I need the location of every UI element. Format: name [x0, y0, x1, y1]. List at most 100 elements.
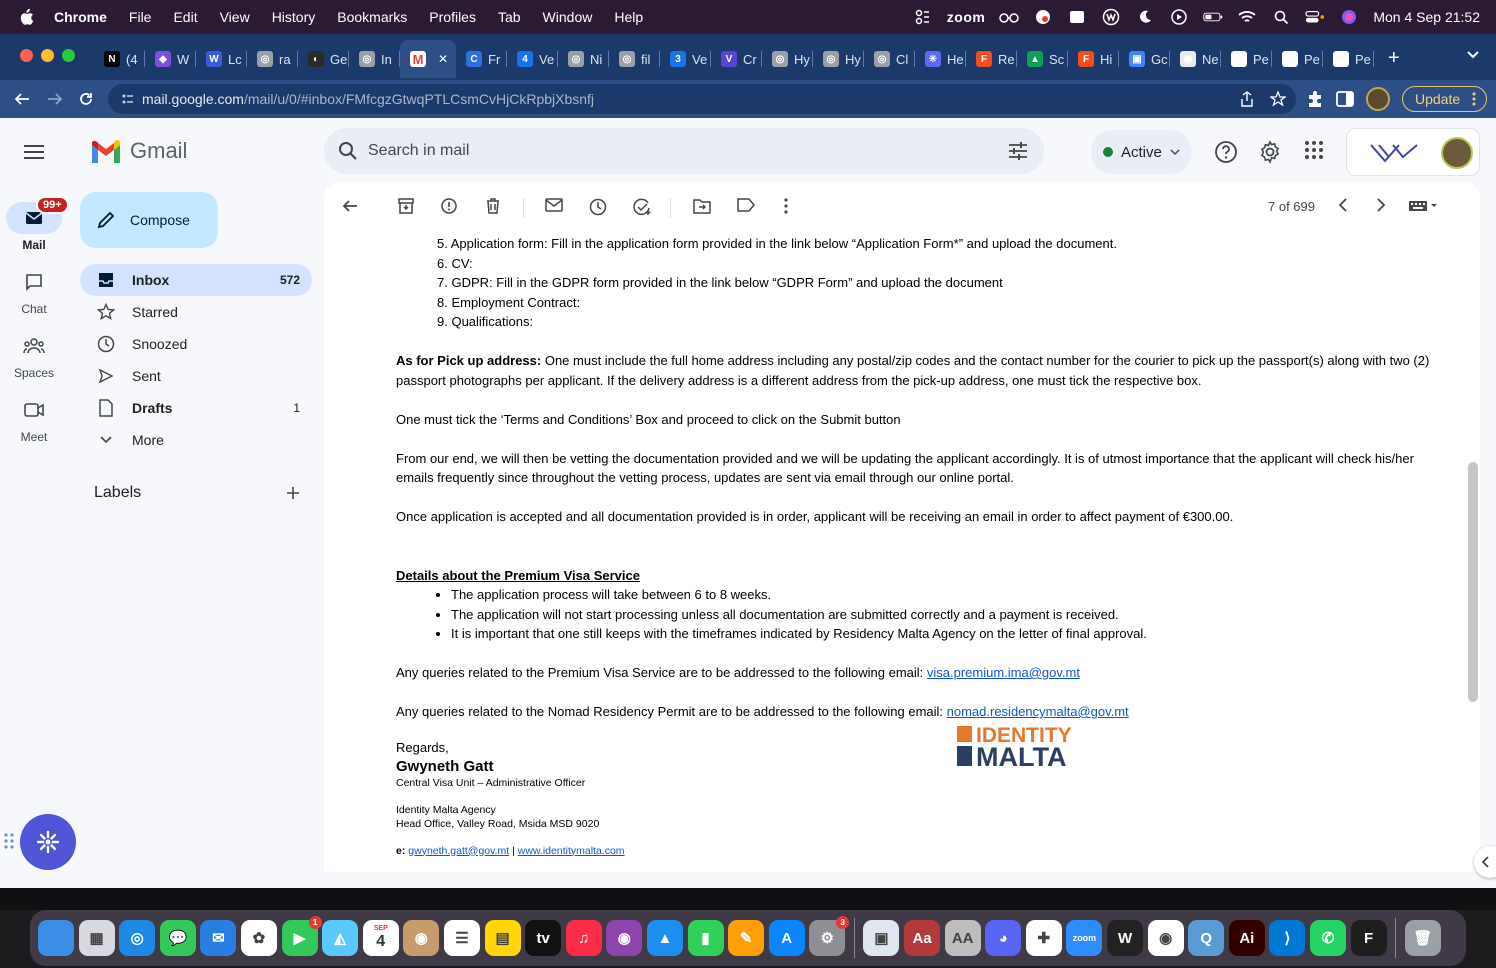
browser-tab[interactable]: ✳ He [915, 40, 966, 78]
input-tools-keyboard-icon[interactable] [1408, 200, 1438, 212]
mark-unread-icon[interactable] [545, 198, 563, 212]
side-panel-icon[interactable] [1336, 91, 1354, 107]
minimize-window-button[interactable] [41, 49, 54, 62]
dock-app-music-icon[interactable]: ♫ [565, 920, 602, 956]
premium-email-link[interactable]: visa.premium.ima@gov.mt [927, 665, 1080, 680]
assistant-fab[interactable] [20, 814, 76, 870]
browser-tab[interactable]: ◎ In [349, 40, 400, 78]
dock-app-preview-icon[interactable]: ▣ [863, 920, 900, 956]
forward-arrow-icon[interactable] [45, 89, 65, 109]
account-switcher[interactable] [1346, 128, 1480, 176]
browser-tab[interactable]: M ✕ [400, 40, 456, 78]
glasses-icon[interactable] [999, 9, 1020, 25]
dock-app-dictionary-icon[interactable]: Aa [904, 920, 941, 956]
add-label-icon[interactable] [286, 486, 300, 500]
dock-app-contacts-icon[interactable]: ◉ [403, 920, 440, 956]
browser-tab[interactable]: N (4 [94, 40, 145, 78]
dock-app-calendar-icon[interactable]: SEP 4 [362, 920, 399, 956]
rail-chat[interactable]: Chat [0, 266, 68, 316]
browser-tab[interactable]: ▲ Sc [1017, 40, 1068, 78]
dock-app-trash-icon[interactable]: 🗑 [1404, 920, 1441, 956]
menubar-clock[interactable]: Mon 4 Sep 21:52 [1373, 9, 1480, 25]
browser-tab[interactable]: F Re [966, 40, 1017, 78]
nav-sent[interactable]: Sent [80, 360, 312, 392]
status-selector[interactable]: Active [1091, 130, 1192, 174]
spotlight-search-icon[interactable] [1271, 9, 1291, 25]
dock-app-app-store-icon[interactable]: A [768, 920, 805, 956]
dock-app-zoom-icon[interactable]: zoom [1066, 920, 1103, 956]
dock-app-pages-icon[interactable]: ✎ [728, 920, 765, 956]
reload-icon[interactable] [76, 89, 96, 109]
browser-tab[interactable]: 3 Ve [660, 40, 711, 78]
browser-tab[interactable]: ◎ Hy [813, 40, 864, 78]
archive-icon[interactable] [398, 198, 414, 214]
new-tab-button[interactable]: + [1388, 48, 1400, 68]
report-spam-icon[interactable] [441, 198, 457, 214]
rail-mail[interactable]: 99+ Mail [0, 196, 69, 252]
dock-app-quicktime-icon[interactable]: Q [1188, 920, 1225, 956]
back-to-inbox-icon[interactable] [342, 198, 358, 214]
browser-tab[interactable]: ◉ Ne [1170, 40, 1221, 78]
webflow-menubar-icon[interactable] [1101, 8, 1121, 26]
zoom-menubar-label[interactable]: zoom [947, 9, 986, 25]
menu-tab[interactable]: Tab [498, 9, 521, 25]
browser-tab[interactable]: ● Pe [1272, 40, 1323, 78]
browser-tab[interactable]: ▣ Gc [1119, 40, 1170, 78]
dock-app-safari-icon[interactable]: ◎ [119, 920, 156, 956]
nav-more[interactable]: More [80, 424, 312, 456]
older-chevron-right-icon[interactable] [1376, 198, 1386, 212]
menu-app-name[interactable]: Chrome [54, 9, 107, 25]
nav-snoozed[interactable]: Snoozed [80, 328, 312, 360]
message-scrollbar[interactable] [1468, 462, 1478, 702]
siri-icon[interactable] [1339, 9, 1359, 25]
browser-tab[interactable]: F Hi [1068, 40, 1119, 78]
account-avatar[interactable] [1441, 137, 1473, 169]
nomad-email-link[interactable]: nomad.residencymalta@gov.mt [947, 704, 1129, 719]
browser-tab[interactable]: ● Pe [1221, 40, 1272, 78]
dock-app-vscode-icon[interactable]: ⟩ [1269, 920, 1306, 956]
nav-starred[interactable]: Starred [80, 296, 312, 328]
drag-handle-icon[interactable] [4, 832, 14, 850]
newer-chevron-left-icon[interactable] [1338, 198, 1348, 212]
browser-tab[interactable]: ◐ Ge [298, 40, 349, 78]
control-center-icon[interactable] [1305, 9, 1325, 25]
dock-app-chrome-icon[interactable]: ◉ [1147, 920, 1184, 956]
menu-help[interactable]: Help [614, 9, 643, 25]
dock-app-apple-tv-icon[interactable]: tv [525, 920, 562, 956]
help-icon[interactable] [1214, 140, 1238, 164]
main-menu-icon[interactable] [22, 142, 46, 162]
dock-app-podcasts-icon[interactable]: ◉ [606, 920, 643, 956]
dock-app-font-book-icon[interactable]: AA [944, 920, 981, 956]
close-tab-icon[interactable]: ✕ [438, 52, 448, 66]
browser-tab[interactable]: V Cr [711, 40, 762, 78]
browser-tab[interactable]: ◆ W [145, 40, 196, 78]
dock-app-launchpad-icon[interactable]: ▦ [78, 920, 115, 956]
browser-tab[interactable]: 4 Ve [507, 40, 558, 78]
dock-app-notes-icon[interactable]: ▤ [484, 920, 521, 956]
browser-tab[interactable]: ◎ fil [609, 40, 660, 78]
chrome-update-button[interactable]: Update [1402, 86, 1488, 112]
rail-meet[interactable]: Meet [0, 394, 68, 444]
dock-app-figma-icon[interactable]: F [1350, 920, 1387, 956]
move-to-folder-icon[interactable] [693, 198, 711, 214]
tab-search-chevron-icon[interactable] [1466, 50, 1480, 60]
address-bar[interactable]: mail.google.com/mail/u/0/#inbox/FMfcgzGt… [108, 84, 1296, 114]
browser-tab[interactable]: ◎ ra [247, 40, 298, 78]
share-icon[interactable] [1240, 91, 1254, 107]
browser-tab[interactable]: ◎ Ni [558, 40, 609, 78]
side-panel-toggle[interactable] [1474, 846, 1496, 878]
dock-app-illustrator-icon[interactable]: Ai [1228, 920, 1265, 956]
menu-edit[interactable]: Edit [173, 9, 197, 25]
nav-inbox[interactable]: Inbox 572 [80, 264, 312, 296]
mail-search-bar[interactable]: Search in mail [324, 128, 1044, 174]
compose-button[interactable]: Compose [80, 192, 218, 248]
dock-app-facetime-icon[interactable]: ▶ 1 [281, 916, 322, 956]
dock-app-keynote-icon[interactable]: ▲ [646, 920, 683, 956]
moon-icon[interactable] [1135, 9, 1155, 25]
dock-app-photos-icon[interactable]: ✿ [240, 920, 277, 956]
menu-history[interactable]: History [272, 9, 316, 25]
profile-avatar[interactable] [1366, 87, 1390, 111]
label-tag-icon[interactable] [737, 198, 755, 212]
dock-app-webflow-icon[interactable]: W [1107, 920, 1144, 956]
add-to-tasks-icon[interactable] [633, 198, 653, 216]
